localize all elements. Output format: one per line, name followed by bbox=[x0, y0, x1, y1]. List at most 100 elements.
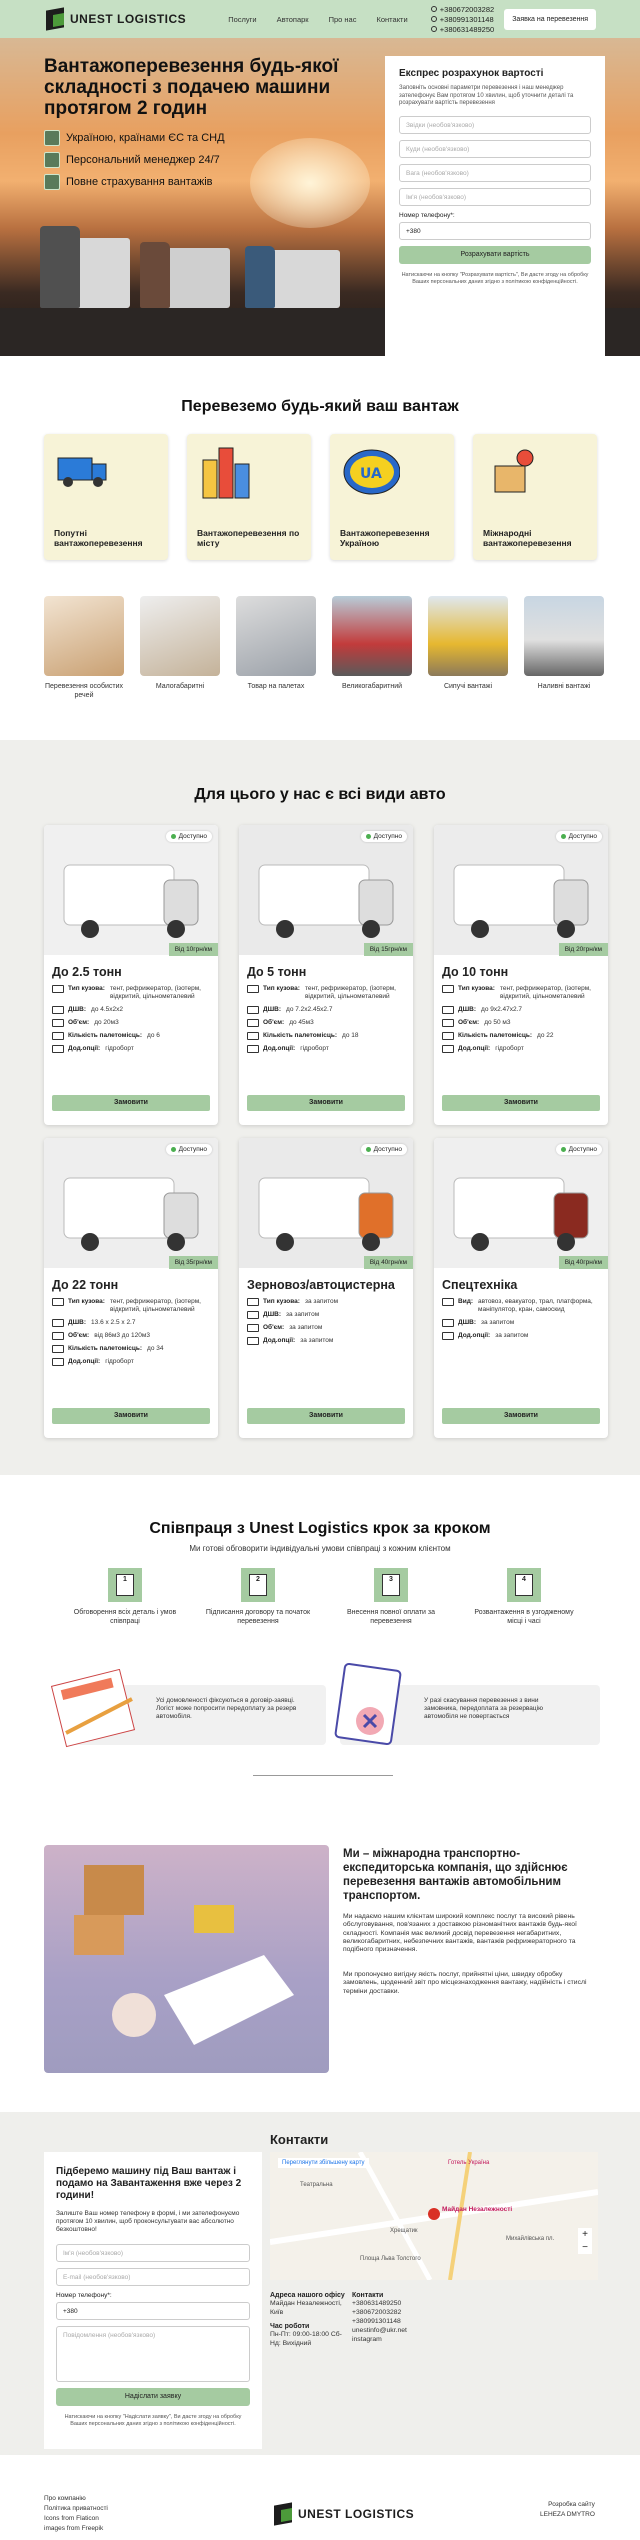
cargo-card[interactable]: Попутні вантажоперевезення bbox=[44, 434, 168, 560]
spec-icon bbox=[52, 1345, 64, 1353]
phone-input[interactable]: +380 bbox=[399, 221, 591, 240]
vehicle-title: Спецтехніка bbox=[442, 1278, 518, 1292]
step-item: 1 Обговорення всіх деталь і умов співпрац… bbox=[70, 1568, 180, 1626]
privacy-note: Натискаючи на кнопку "Надіслати заявку",… bbox=[64, 2414, 242, 2427]
map-zoom-controls[interactable]: + − bbox=[578, 2228, 592, 2254]
nav-services[interactable]: Послуги bbox=[228, 15, 256, 24]
about-paragraph: Ми надаємо нашим клієнтам широкий компле… bbox=[343, 1913, 577, 1954]
google-map[interactable]: Переглянути збільшену карту Готель Украї… bbox=[270, 2152, 598, 2280]
freepik-credit[interactable]: images from Freepik bbox=[44, 2524, 108, 2534]
truck-image bbox=[160, 248, 230, 308]
instagram-link[interactable]: instagram bbox=[352, 2335, 407, 2344]
cargo-card[interactable]: UA Вантажоперевезення Україною bbox=[330, 434, 454, 560]
availability-badge: Доступно bbox=[555, 1144, 602, 1155]
phone-link[interactable]: +380631489250 bbox=[352, 2299, 407, 2308]
delivery-illustration-icon bbox=[74, 1865, 294, 2045]
cargo-card[interactable]: Міжнародні вантажоперевезення bbox=[473, 434, 597, 560]
weight-input[interactable]: Вага (необов'язково) bbox=[399, 163, 591, 182]
vehicle-specs: Тип кузова: тент, рефрижератор, (ізотерм,… bbox=[442, 985, 602, 1058]
calc-form-title: Експрес розрахунок вартості bbox=[399, 68, 544, 79]
request-form: Підберемо машину під Ваш вантаж і подамо… bbox=[44, 2152, 262, 2449]
fleet-section: Для цього у нас є всі види авто Доступно… bbox=[0, 740, 640, 1475]
nav-contacts[interactable]: Контакти bbox=[376, 15, 407, 24]
contract-icon: 2 bbox=[241, 1568, 275, 1602]
header: UNEST LOGISTICS Послуги Автопарк Про нас… bbox=[0, 0, 640, 38]
footer-logo[interactable]: UNEST LOGISTICS bbox=[272, 2502, 414, 2526]
spec-row: Дод.опції: гідроборт bbox=[442, 1045, 602, 1053]
spec-icon bbox=[52, 1006, 64, 1014]
cargo-type-label: Великогабаритний bbox=[341, 683, 403, 690]
vehicle-card: Доступно Від 10грн/км До 2.5 тонн Тип кузов… bbox=[44, 825, 218, 1125]
vehicle-card: Доступно Від 35грн/км До 22 тонн Тип кузова… bbox=[44, 1138, 218, 1438]
step-item: 4 Розвантаження в узгодженому місці і час… bbox=[469, 1568, 579, 1626]
order-button[interactable]: Замовити bbox=[52, 1408, 210, 1424]
spec-icon bbox=[247, 1019, 259, 1027]
vehicle-image bbox=[44, 1138, 218, 1268]
status-dot-icon bbox=[560, 1147, 566, 1152]
spec-row: ДШВ: до 9х2.47х2.7 bbox=[442, 1006, 602, 1014]
order-button[interactable]: Замовити bbox=[247, 1408, 405, 1424]
cancel-document-icon bbox=[334, 1662, 402, 1746]
discussion-icon: 1 bbox=[108, 1568, 142, 1602]
logo-icon bbox=[44, 7, 66, 31]
truck-cab-image bbox=[245, 246, 275, 308]
developer-link[interactable]: LEHEZA DMYTRO bbox=[540, 2510, 595, 2520]
privacy-policy-link[interactable]: Політика приватності bbox=[44, 2504, 108, 2514]
steps-title: Співпраця з Unest Logistics крок за крок… bbox=[149, 1520, 491, 1537]
status-dot-icon bbox=[170, 1147, 176, 1152]
phone-link[interactable]: +380991301148 bbox=[352, 2317, 407, 2326]
status-dot-icon bbox=[365, 834, 371, 839]
logo[interactable]: UNEST LOGISTICS bbox=[44, 7, 186, 31]
flaticon-credit[interactable]: Icons from Flaticon bbox=[44, 2514, 108, 2524]
vehicle-card: Доступно Від 40грн/км Спецтехніка Вид: автов… bbox=[434, 1138, 608, 1438]
vehicle-image bbox=[44, 825, 218, 955]
order-button[interactable]: Замовити bbox=[442, 1408, 600, 1424]
nav-about[interactable]: Про нас bbox=[329, 15, 357, 24]
request-button[interactable]: Заявка на перевезення bbox=[504, 8, 596, 30]
truck-image bbox=[270, 250, 340, 308]
send-request-button[interactable]: Надіслати заявку bbox=[56, 2388, 250, 2406]
spec-row: Дод.опції: за запитом bbox=[247, 1337, 407, 1345]
spec-row: Дод.опції: гідроборт bbox=[52, 1358, 212, 1366]
vehicle-specs: Вид: автовоз, евакуатор, трал, платформа,… bbox=[442, 1298, 602, 1345]
sunset-glow bbox=[250, 138, 370, 228]
spec-row: Кількість палетомісць: до 18 bbox=[247, 1032, 407, 1040]
name-input[interactable]: Ім'я (необов'язково) bbox=[56, 2244, 250, 2262]
phone-link[interactable]: +380672003282 bbox=[440, 5, 494, 14]
truck-cab-image bbox=[40, 226, 80, 308]
contacts-title: Контакти bbox=[270, 2132, 329, 2147]
spec-row: Дод.опції: за запитом bbox=[442, 1332, 602, 1340]
order-button[interactable]: Замовити bbox=[442, 1095, 600, 1111]
name-input[interactable]: Ім'я (необов'язково) bbox=[399, 187, 591, 206]
to-input[interactable]: Куди (необов'язково) bbox=[399, 139, 591, 158]
email-link[interactable]: unestinfo@ukr.net bbox=[352, 2326, 407, 2335]
from-input[interactable]: Звідки (необов'язково) bbox=[399, 115, 591, 134]
steps-section: Співпраця з Unest Logistics крок за крок… bbox=[0, 1475, 640, 1845]
vehicle-card: Доступно Від 15грн/км До 5 тонн Тип кузова:… bbox=[239, 825, 413, 1125]
enlarge-map-link[interactable]: Переглянути збільшену карту bbox=[278, 2158, 369, 2168]
spec-icon bbox=[247, 1032, 259, 1040]
phone-link[interactable]: +380631489250 bbox=[440, 25, 494, 34]
spec-icon bbox=[52, 1358, 64, 1366]
message-textarea[interactable]: Повідомлення (необов'язково) bbox=[56, 2326, 250, 2382]
vehicle-specs: Тип кузова: тент, рефрижератор, (ізотерм,… bbox=[52, 1298, 212, 1371]
order-button[interactable]: Замовити bbox=[247, 1095, 405, 1111]
footer-links: Про компанію Політика приватності Icons … bbox=[44, 2494, 108, 2534]
cargo-card[interactable]: Вантажоперевезення по місту bbox=[187, 434, 311, 560]
about-section: Ми – міжнародна транспортно-експедиторсь… bbox=[0, 1845, 640, 2115]
calculate-button[interactable]: Розрахувати вартість bbox=[399, 245, 591, 264]
spec-row: Вид: автовоз, евакуатор, трал, платформа,… bbox=[442, 1298, 602, 1314]
spec-icon bbox=[442, 985, 454, 993]
phone-input[interactable]: +380 bbox=[56, 2302, 250, 2320]
oversized-cargo-image bbox=[332, 596, 412, 676]
office-block: Адреса нашого офісу Майдан Незалежності,… bbox=[270, 2292, 345, 2347]
spec-icon bbox=[442, 1045, 454, 1053]
fleet-title: Для цього у нас є всі види авто bbox=[194, 786, 446, 803]
about-company-link[interactable]: Про компанію bbox=[44, 2494, 108, 2504]
order-button[interactable]: Замовити bbox=[52, 1095, 210, 1111]
nav-fleet[interactable]: Автопарк bbox=[277, 15, 309, 24]
phone-link[interactable]: +380991301148 bbox=[440, 15, 494, 24]
email-input[interactable]: E-mail (необов'язково) bbox=[56, 2268, 250, 2286]
phone-link[interactable]: +380672003282 bbox=[352, 2308, 407, 2317]
logo-icon bbox=[272, 2502, 294, 2526]
